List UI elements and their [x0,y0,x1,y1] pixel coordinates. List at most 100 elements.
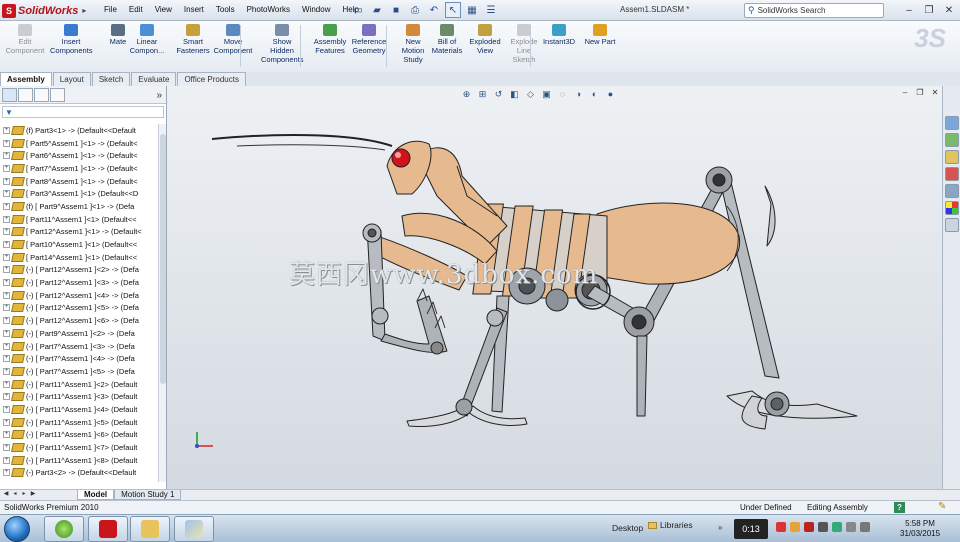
insert-components-button[interactable]: Insert Components [50,24,93,55]
tree-item[interactable]: + (-) [ Part12^Assem1 ]<3> -> (Defa [0,276,158,289]
expand-icon[interactable]: + [3,215,10,223]
prev-tab-icon[interactable]: ◂ [11,490,19,499]
expand-icon[interactable]: + [3,393,10,401]
clock[interactable]: 5:58 PM 31/03/2015 [900,519,940,539]
print-icon[interactable]: ⎙ [407,2,423,18]
expand-icon[interactable]: + [3,380,10,388]
tree-item[interactable]: + (-) [ Part12^Assem1 ]<2> -> (Defa [0,264,158,277]
move-component-button[interactable]: Move Component [212,24,254,55]
expand-icon[interactable]: + [3,202,10,210]
menu-arrow-icon[interactable]: ▸ [82,6,86,15]
tray-power-icon[interactable] [860,522,870,532]
more-tabs-icon[interactable]: » [156,90,162,101]
expand-icon[interactable]: + [3,367,10,375]
view-palette-icon[interactable] [945,184,959,198]
tree-item[interactable]: + (f) Part3<1> -> (Default<<Default [0,124,158,137]
desktop-toolbar[interactable]: Desktop [612,523,643,533]
tab-office-products[interactable]: Office Products [177,72,246,86]
tree-item[interactable]: + (-) [ Part11^Assem1 ]<2> (Default [0,378,158,391]
tree-item[interactable]: + [ Part5^Assem1 ]<1> -> (Default< [0,137,158,150]
tree-item[interactable]: + [ Part6^Assem1 ]<1> -> (Default< [0,149,158,162]
tab-model[interactable]: Model [77,490,115,500]
toolbar-expand-icon[interactable]: » [718,523,722,532]
expand-icon[interactable]: + [3,431,10,439]
tree-item[interactable]: + (-) [ Part12^Assem1 ]<4> -> (Defa [0,289,158,302]
restore-icon[interactable]: ❐ [922,3,936,17]
tree-item[interactable]: + [ Part8^Assem1 ]<1> -> (Default< [0,175,158,188]
expand-icon[interactable]: + [3,190,10,198]
quick-tips-icon[interactable]: ✎ [938,501,946,512]
first-tab-icon[interactable]: ◀ [2,490,10,499]
tree-item[interactable]: + (-) [ Part7^Assem1 ]<5> -> (Defa [0,365,158,378]
open-icon[interactable]: ▰ [369,2,385,18]
select-icon[interactable]: ↖ [445,2,461,18]
expand-icon[interactable]: + [3,418,10,426]
appearances-icon[interactable] [945,201,959,215]
expand-icon[interactable]: + [3,241,10,249]
menu-file[interactable]: File [98,4,123,16]
tree-scrollbar[interactable] [158,124,166,482]
new-part-button[interactable]: New Part [579,24,621,46]
start-button[interactable] [4,516,30,542]
expand-icon[interactable]: + [3,469,10,477]
file-explorer-icon[interactable] [945,150,959,164]
graphics-area[interactable]: ⊕ ⊞ ↺ ◧ ◇ ▣ ◌ ◑ ◐ ● – ❐ ✕ 莫西冈www.3dbox.c… [167,86,942,489]
tree-item[interactable]: + (-) [ Part7^Assem1 ]<3> -> (Defa [0,340,158,353]
tree-item[interactable]: + (-) [ Part7^Assem1 ]<4> -> (Defa [0,352,158,365]
tree-item[interactable]: + (-) [ Part11^Assem1 ]<4> (Default [0,403,158,416]
tab-sketch[interactable]: Sketch [91,72,131,86]
next-tab-icon[interactable]: ▸ [20,490,28,499]
help-icon[interactable]: ? [894,502,905,513]
tree-item[interactable]: + [ Part7^Assem1 ]<1> -> (Default< [0,162,158,175]
tree-item[interactable]: + (-) [ Part11^Assem1 ]<7> (Default [0,441,158,454]
expand-icon[interactable]: + [3,342,10,350]
new-document-icon[interactable]: ▭ [350,2,366,18]
tree-item[interactable]: + (-) [ Part11^Assem1 ]<8> (Default [0,454,158,467]
menu-insert[interactable]: Insert [178,4,210,16]
taskbar-solidworks[interactable] [88,516,128,542]
taskbar-paint[interactable] [174,516,214,542]
menu-view[interactable]: View [149,4,178,16]
expand-icon[interactable]: + [3,405,10,413]
bom-button[interactable]: Bill of Materials [426,24,468,55]
tree-item[interactable]: + (-) [ Part12^Assem1 ]<6> -> (Defa [0,314,158,327]
custom-properties-icon[interactable] [945,218,959,232]
expand-icon[interactable]: + [3,177,10,185]
configuration-manager-tab-icon[interactable] [34,88,49,102]
tree-item[interactable]: + (-) Part3<2> -> (Default<<Default [0,467,158,480]
expand-icon[interactable]: + [3,126,10,134]
feature-tree-tab-icon[interactable] [2,88,17,102]
property-manager-tab-icon[interactable] [18,88,33,102]
instant3d-button[interactable]: Instant3D [538,24,580,46]
tree-item[interactable]: + [ Part11^Assem1 ]<1> (Default<< [0,213,158,226]
expand-icon[interactable]: + [3,291,10,299]
taskbar-app-green[interactable] [44,516,84,542]
tree-item[interactable]: + (f) [ Part9^Assem1 ]<1> -> (Defa [0,200,158,213]
filter-icon[interactable]: ▼ [2,106,164,118]
expand-icon[interactable]: + [3,253,10,261]
tree-item[interactable]: + (-) [ Part11^Assem1 ]<5> (Default [0,416,158,429]
menu-edit[interactable]: Edit [123,4,149,16]
tray-search-icon[interactable] [790,522,800,532]
tab-assembly[interactable]: Assembly [0,72,52,86]
tab-layout[interactable]: Layout [52,72,91,86]
expand-icon[interactable]: + [3,355,10,363]
tray-network-icon[interactable] [832,522,842,532]
tree-item[interactable]: + (-) [ Part11^Assem1 ]<6> (Default [0,429,158,442]
resources-icon[interactable] [945,116,959,130]
menu-window[interactable]: Window [296,4,336,16]
recording-timer[interactable]: 0:13 [734,519,768,539]
assembly-features-button[interactable]: Assembly Features [309,24,351,55]
tree-item[interactable]: + [ Part3^Assem1 ]<1> (Default<<D [0,187,158,200]
expand-icon[interactable]: + [3,228,10,236]
expand-icon[interactable]: + [3,444,10,452]
search-results-icon[interactable] [945,167,959,181]
tray-volume-icon[interactable] [846,522,856,532]
menu-photoworks[interactable]: PhotoWorks [241,4,296,16]
tree-item[interactable]: + (-) [ Part11^Assem1 ]<3> (Default [0,390,158,403]
undo-icon[interactable]: ↶ [426,2,442,18]
linear-pattern-button[interactable]: Linear Compon... [126,24,168,55]
expand-icon[interactable]: + [3,164,10,172]
tray-settings-icon[interactable] [818,522,828,532]
expand-icon[interactable]: + [3,139,10,147]
